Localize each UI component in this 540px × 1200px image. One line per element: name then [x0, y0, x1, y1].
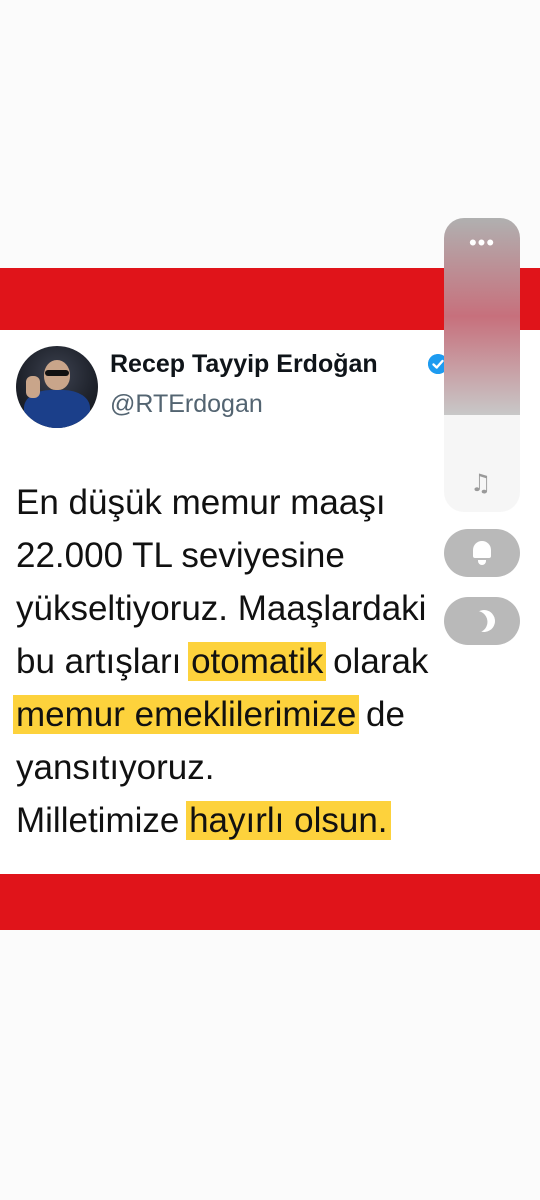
avatar [16, 346, 98, 428]
highlighted-text: hayırlı olsun. [186, 801, 391, 840]
tweet-line: memur emeklilerimize de [13, 688, 526, 741]
tweet-line: bu artışları otomatik olarak [16, 642, 429, 681]
display-name: Recep Tayyip Erdoğan [110, 350, 378, 378]
red-banner-bottom [0, 874, 540, 930]
side-control-panel: ••• ♫ [444, 218, 520, 512]
more-options-icon[interactable]: ••• [444, 226, 520, 260]
highlighted-text: otomatik [188, 642, 327, 681]
tweet-line: Milletimize hayırlı olsun. [16, 794, 526, 847]
do-not-disturb-button[interactable] [444, 597, 520, 645]
tweet-line: yansıtıyoruz. [16, 748, 215, 787]
username: @RTErdogan [110, 390, 263, 418]
music-note-icon[interactable]: ♫ [470, 470, 492, 496]
tweet-text: En düşük memur maaşı 22.000 TL seviyesin… [13, 476, 526, 847]
notification-bell-button[interactable] [444, 529, 520, 577]
moon-icon [469, 606, 499, 636]
highlighted-text: memur emeklilerimize [13, 695, 360, 734]
bell-icon [473, 541, 491, 558]
